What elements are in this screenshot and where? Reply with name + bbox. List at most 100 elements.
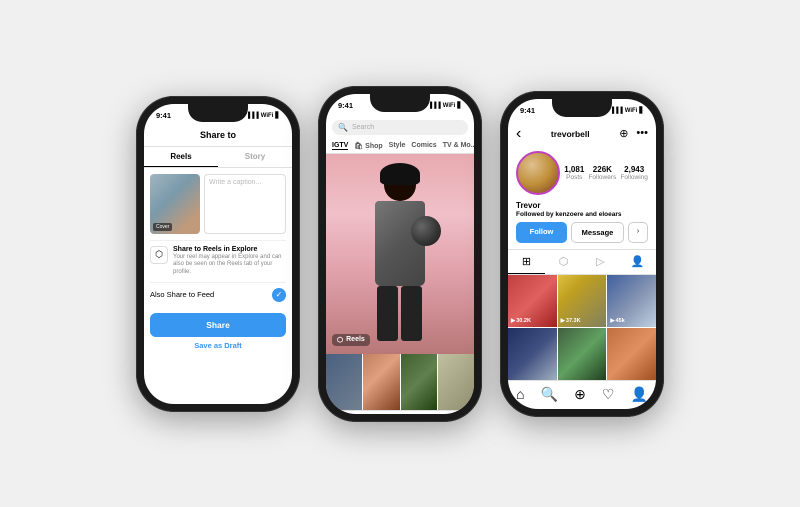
search-placeholder: Search	[352, 124, 374, 131]
reels-text-overlay: Reels	[346, 336, 365, 343]
wifi-icon: WiFi	[261, 113, 274, 119]
reels-icon-overlay: ⬡	[337, 336, 343, 344]
time-3: 9:41	[520, 106, 535, 115]
nav-comics[interactable]: Comics	[411, 142, 436, 150]
phone-2: 9:41 ▐▐▐ WiFi ▋ 🔍 Search IGTV 🛍 Shop Sty…	[318, 86, 482, 422]
person-torso	[375, 201, 425, 286]
reels-thumbnails	[326, 354, 474, 410]
tab-tagged[interactable]: 👤	[619, 250, 656, 274]
following-label: Following	[620, 174, 647, 181]
thumb-3[interactable]	[401, 354, 437, 410]
profile-content-tabs: ⊞ ⬡ ▷ 👤	[508, 249, 656, 275]
status-icons-1: ▐▐▐ WiFi ▋	[246, 112, 280, 119]
tab-reels-profile[interactable]: ⬡	[545, 250, 582, 274]
share-button[interactable]: Share	[150, 313, 286, 337]
signal-icon-2: ▐▐▐	[428, 103, 441, 109]
message-button[interactable]: Message	[571, 222, 624, 243]
status-icons-2: ▐▐▐ WiFi ▋	[428, 102, 462, 109]
search-icon: 🔍	[338, 123, 348, 132]
grid-item-1[interactable]: ▶ 30.2K	[508, 275, 557, 327]
reels-overlay-label: ⬡ Reels	[332, 334, 370, 346]
followers-label: Followers	[588, 174, 616, 181]
profile-icon-3[interactable]: 👤	[630, 386, 647, 403]
time-1: 9:41	[156, 111, 171, 120]
grid-item-3[interactable]: ▶ 45k	[607, 275, 656, 327]
thumb-2[interactable]	[363, 354, 399, 410]
stat-following: 2,943 Following	[620, 165, 647, 181]
thumb-4[interactable]	[438, 354, 474, 410]
time-2: 9:41	[338, 101, 353, 110]
tab-igtv-profile[interactable]: ▷	[582, 250, 619, 274]
tab-grid[interactable]: ⊞	[508, 250, 545, 274]
also-share-feed-row: Also Share to Feed ✓	[150, 282, 286, 307]
nav-shop[interactable]: 🛍 Shop	[354, 142, 382, 150]
username-label: trevorbell	[551, 129, 590, 139]
hair	[380, 163, 420, 185]
status-icons-3: ▐▐▐ WiFi ▋	[610, 107, 644, 114]
home-icon-3[interactable]: ⌂	[516, 386, 524, 403]
person-head	[384, 169, 416, 201]
share-to-reels-section: ⬡ Share to Reels in Explore Your reel ma…	[150, 240, 286, 282]
grid-item-6[interactable]	[607, 328, 656, 380]
more-options-button[interactable]: ›	[628, 222, 648, 243]
battery-icon: ▋	[275, 112, 280, 119]
person-legs	[377, 286, 423, 341]
following-count: 2,943	[620, 165, 647, 174]
thumb-1[interactable]	[326, 354, 362, 410]
reels-title: Share to Reels in Explore	[173, 246, 286, 253]
search-icon-nav-3[interactable]: 🔍	[541, 386, 558, 403]
video-person	[360, 159, 440, 354]
grid-item-4[interactable]	[508, 328, 557, 380]
phone-3: 9:41 ▐▐▐ WiFi ▋ ‹ trevorbell ⊕ ••• 1,081	[500, 91, 664, 417]
profile-stats: 1,081 Posts 226K Followers 2,943 Followi…	[508, 147, 656, 199]
reels-icon: ⬡	[150, 246, 168, 264]
notch-3	[552, 99, 612, 117]
profile-grid: ▶ 30.2K ▶ 37.3K ▶ 45k	[508, 275, 656, 380]
tab-story[interactable]: Story	[218, 147, 292, 167]
nav-tv[interactable]: TV & Mo...	[443, 142, 474, 150]
share-to-header: Share to	[144, 126, 292, 147]
feed-toggle[interactable]: ✓	[272, 288, 286, 302]
grid-item-2[interactable]: ▶ 37.3K	[558, 275, 607, 327]
follow-button[interactable]: Follow	[516, 222, 567, 243]
grid-item-5[interactable]	[558, 328, 607, 380]
wifi-icon-3: WiFi	[625, 108, 638, 114]
heart-icon-3[interactable]: ♡	[602, 386, 615, 403]
wifi-icon-2: WiFi	[443, 103, 456, 109]
save-draft-button[interactable]: Save as Draft	[150, 341, 286, 350]
reels-description: Your reel may appear in Explore and can …	[173, 254, 286, 277]
signal-icon: ▐▐▐	[246, 113, 259, 119]
add-icon-nav-3[interactable]: ⊕	[574, 386, 586, 403]
tab-reels[interactable]: Reels	[144, 147, 218, 167]
profile-header-icons: ⊕ •••	[619, 127, 648, 140]
category-nav: IGTV 🛍 Shop Style Comics TV & Mo...	[326, 139, 474, 154]
followers-count: 226K	[588, 165, 616, 174]
profile-actions: Follow Message ›	[508, 222, 656, 249]
search-bar[interactable]: 🔍 Search	[332, 120, 468, 135]
nav-style[interactable]: Style	[389, 142, 406, 150]
also-share-label: Also Share to Feed	[150, 290, 214, 299]
back-icon[interactable]: ‹	[516, 125, 521, 143]
reels-info: Share to Reels in Explore Your reel may …	[173, 246, 286, 277]
caption-input[interactable]: Write a caption...	[204, 174, 286, 234]
profile-name: Trevor	[508, 199, 656, 211]
view-count-1: ▶ 30.2K	[511, 318, 531, 324]
nav-igtv[interactable]: IGTV	[332, 142, 348, 150]
profile-avatar	[516, 151, 560, 195]
leg-left	[377, 286, 398, 341]
cover-thumbnail: Cover	[150, 174, 200, 234]
stat-followers: 226K Followers	[588, 165, 616, 181]
posts-count: 1,081	[564, 165, 584, 174]
share-content: Cover Write a caption... ⬡ Share to Reel…	[144, 168, 292, 356]
phone-1: 9:41 ▐▐▐ WiFi ▋ Share to Reels Story	[136, 96, 300, 412]
media-row: Cover Write a caption...	[150, 174, 286, 234]
posts-label: Posts	[564, 174, 584, 181]
cover-label: Cover	[153, 223, 172, 231]
battery-icon-3: ▋	[639, 107, 644, 114]
view-count-3: ▶ 45k	[610, 318, 624, 324]
bottom-nav-3: ⌂ 🔍 ⊕ ♡ 👤	[508, 380, 656, 406]
notch-2	[370, 94, 430, 112]
add-icon-3[interactable]: ⊕	[619, 127, 628, 140]
profile-header: ‹ trevorbell ⊕ •••	[508, 121, 656, 147]
more-icon[interactable]: •••	[636, 127, 648, 140]
